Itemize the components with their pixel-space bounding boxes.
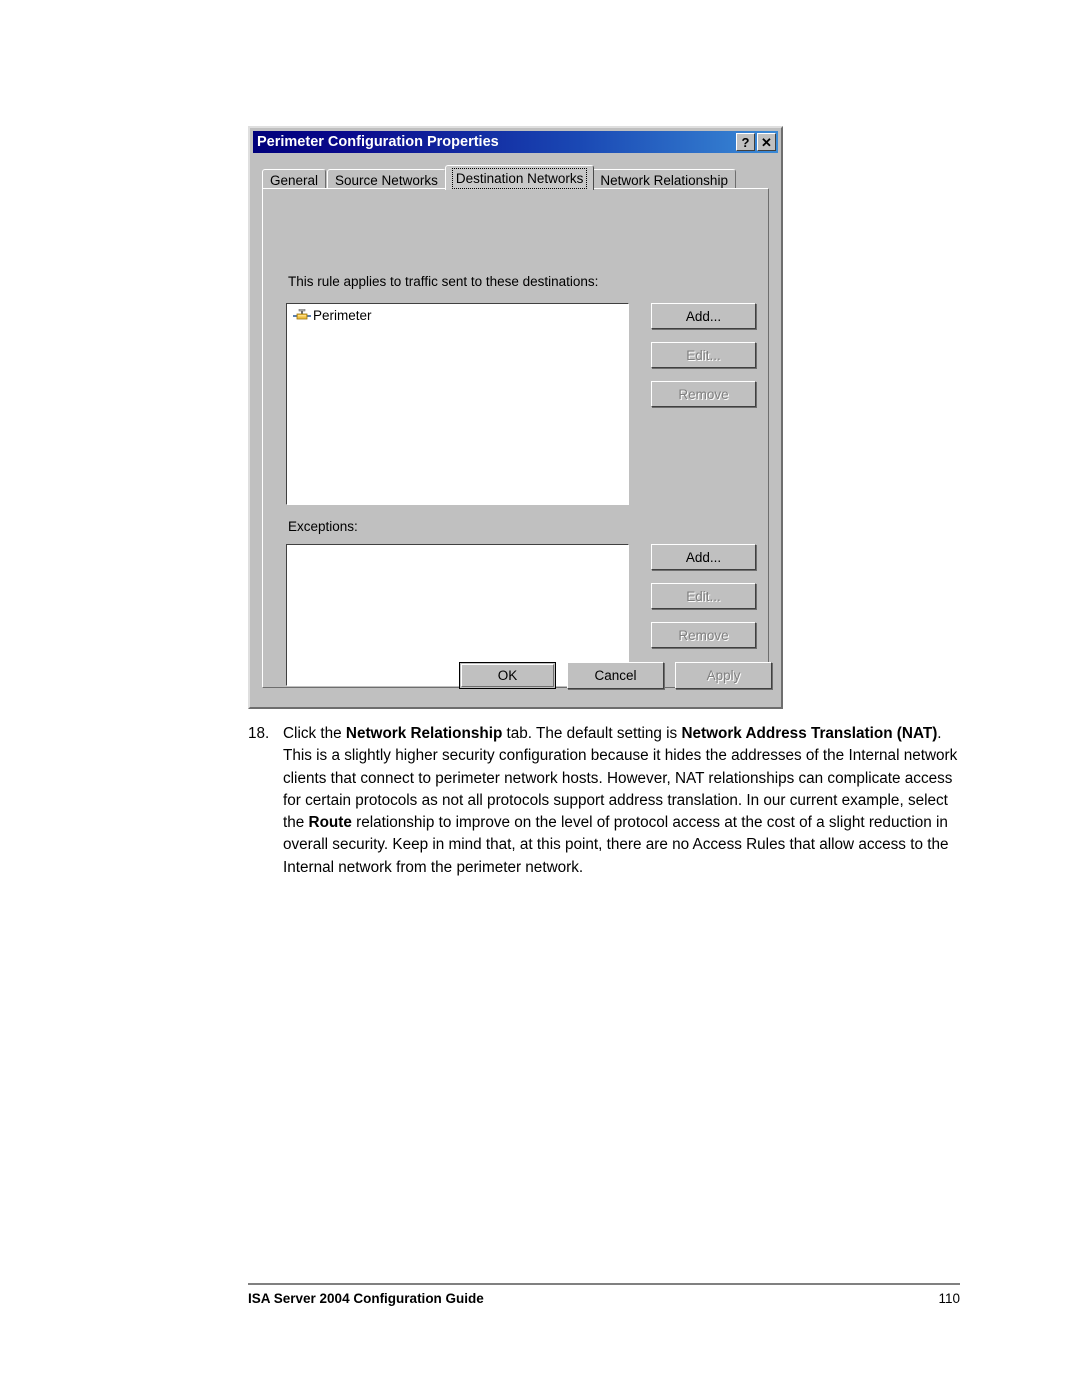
dialog-screenshot-figure: Perimeter Configuration Properties ? ✕ G…	[248, 126, 783, 709]
page-footer: ISA Server 2004 Configuration Guide 110	[248, 1283, 960, 1306]
destinations-add-label: Add...	[685, 308, 722, 324]
dialog-titlebar: Perimeter Configuration Properties ? ✕	[253, 131, 778, 153]
list-item-label: Perimeter	[313, 308, 372, 323]
tab-source-networks-label: Source Networks	[335, 172, 438, 188]
footer-divider	[248, 1283, 960, 1285]
apply-label: Apply	[706, 668, 741, 683]
close-icon[interactable]: ✕	[757, 133, 776, 151]
destinations-listbox[interactable]: Perimeter	[286, 303, 629, 505]
destination-networks-panel: This rule applies to traffic sent to the…	[262, 188, 769, 688]
destinations-edit-label: Edit...	[686, 347, 721, 363]
tab-network-relationship-label: Network Relationship	[600, 172, 728, 188]
network-icon	[293, 308, 311, 319]
tab-destination-networks[interactable]: Destination Networks	[444, 165, 595, 190]
page-number: 110	[938, 1291, 960, 1306]
numbered-step: 18. Click the Network Relationship tab. …	[248, 723, 958, 879]
step-text: Click the Network Relationship tab. The …	[283, 725, 958, 876]
tab-source-networks[interactable]: Source Networks	[327, 169, 446, 190]
tab-destination-networks-label: Destination Networks	[451, 167, 588, 189]
exceptions-add-button[interactable]: Add...	[651, 544, 756, 570]
exceptions-add-label: Add...	[685, 549, 722, 565]
titlebar-button-group: ? ✕	[736, 133, 776, 151]
dialog-title: Perimeter Configuration Properties	[257, 134, 499, 150]
help-icon[interactable]: ?	[736, 133, 755, 151]
exceptions-edit-button: Edit...	[651, 583, 756, 609]
destinations-remove-button: Remove	[651, 381, 756, 407]
footer-row: ISA Server 2004 Configuration Guide 110	[248, 1291, 960, 1306]
destinations-label: This rule applies to traffic sent to the…	[288, 274, 599, 289]
destinations-edit-button: Edit...	[651, 342, 756, 368]
tab-strip: General Source Networks Destination Netw…	[262, 165, 769, 190]
apply-button: Apply	[675, 662, 772, 689]
exceptions-label: Exceptions:	[288, 519, 358, 534]
perimeter-configuration-properties-dialog: Perimeter Configuration Properties ? ✕ G…	[248, 126, 783, 709]
exceptions-edit-label: Edit...	[686, 588, 721, 604]
ok-button[interactable]: OK	[459, 662, 556, 689]
tab-general[interactable]: General	[262, 169, 327, 190]
list-item[interactable]: Perimeter	[287, 304, 628, 323]
footer-title: ISA Server 2004 Configuration Guide	[248, 1291, 484, 1306]
destinations-add-button[interactable]: Add...	[651, 303, 756, 329]
exceptions-remove-button: Remove	[651, 622, 756, 648]
cancel-button[interactable]: Cancel	[567, 662, 664, 689]
tab-general-label: General	[270, 172, 319, 188]
ok-label: OK	[497, 668, 518, 683]
cancel-label: Cancel	[594, 668, 637, 683]
tab-network-relationship[interactable]: Network Relationship	[592, 169, 736, 190]
destinations-remove-label: Remove	[678, 386, 729, 402]
step-number: 18.	[248, 725, 270, 742]
exceptions-remove-label: Remove	[678, 627, 729, 643]
